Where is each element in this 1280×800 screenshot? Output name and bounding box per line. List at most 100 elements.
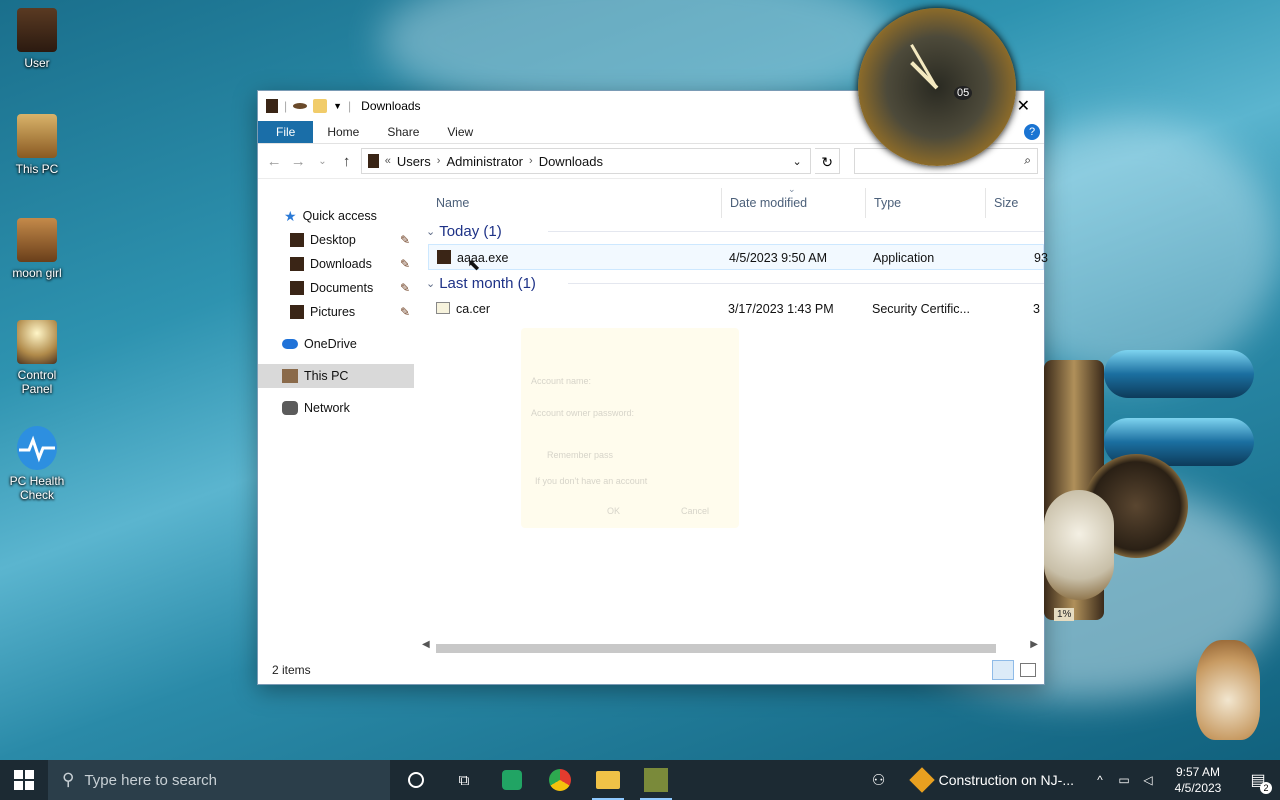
breadcrumb-separator-icon[interactable]: › bbox=[437, 155, 441, 167]
breadcrumb-overflow[interactable]: « bbox=[385, 155, 391, 167]
clock-date: 4/5/2023 bbox=[1174, 781, 1222, 795]
chrome-icon bbox=[549, 769, 571, 791]
people-icon[interactable]: ⚇ bbox=[859, 760, 899, 800]
sidebar-item-this-pc[interactable]: This PC bbox=[258, 364, 414, 388]
large-icons-view-icon[interactable] bbox=[1020, 663, 1036, 677]
toolbar-divider: | bbox=[348, 99, 352, 113]
desktop-icon-this-pc[interactable]: This PC bbox=[4, 114, 70, 176]
tab-home[interactable]: Home bbox=[313, 121, 373, 143]
clock-widget[interactable]: 05 bbox=[858, 8, 1016, 166]
hamster-widget[interactable] bbox=[1196, 640, 1260, 740]
application-file-icon bbox=[437, 250, 451, 264]
scroll-left-icon[interactable]: ◀ bbox=[422, 639, 430, 650]
breadcrumb-administrator[interactable]: Administrator bbox=[446, 154, 523, 169]
circle-icon bbox=[408, 772, 424, 788]
network-icon[interactable]: ▭ bbox=[1112, 773, 1136, 787]
clock[interactable]: 9:57 AM 4/5/2023 bbox=[1160, 764, 1236, 796]
tab-file[interactable]: File bbox=[258, 121, 314, 143]
file-type: Application bbox=[873, 251, 935, 265]
customize-toolbar-chevron-icon[interactable]: ▼ bbox=[333, 101, 342, 111]
desktop-icon-control-panel[interactable]: Control Panel bbox=[4, 320, 70, 396]
sidebar-item-quick-access[interactable]: ★ Quick access bbox=[258, 204, 418, 228]
start-button[interactable] bbox=[0, 760, 48, 800]
action-center-icon[interactable]: ▤ 2 bbox=[1236, 760, 1280, 800]
computer-icon bbox=[282, 369, 298, 383]
address-bar[interactable]: « Users › Administrator › Downloads ⌄ bbox=[360, 148, 811, 174]
file-date: 4/5/2023 9:50 AM bbox=[729, 251, 827, 265]
sidebar-item-network[interactable]: Network bbox=[258, 396, 418, 420]
file-row[interactable]: aaaa.exe 4/5/2023 9:50 AM Application 93… bbox=[428, 244, 1048, 274]
task-view-glyph-icon: ⧉ bbox=[458, 771, 470, 789]
collapse-chevron-icon[interactable]: ⌄ bbox=[426, 225, 435, 238]
close-icon[interactable]: ✕ bbox=[1017, 96, 1030, 116]
tab-share[interactable]: Share bbox=[373, 121, 433, 143]
file-row[interactable]: ca.cer 3/17/2023 1:43 PM Security Certif… bbox=[428, 296, 1044, 322]
back-arrow-icon[interactable]: ← bbox=[264, 153, 284, 170]
file-list: Name Date modified Type Size ⌄ ⌄ Today (… bbox=[426, 184, 1048, 656]
breadcrumb-separator-icon[interactable]: › bbox=[529, 155, 533, 167]
properties-icon[interactable] bbox=[293, 103, 308, 109]
sidebar-item-pictures[interactable]: Pictures ✎ bbox=[258, 300, 418, 324]
pipe-tube bbox=[1104, 350, 1254, 398]
ghost-remember-label: Remember pass bbox=[547, 450, 614, 460]
gauge-widget[interactable]: 1% bbox=[1044, 350, 1254, 650]
ghost-cancel-button: Cancel bbox=[681, 506, 710, 516]
file-date: 3/17/2023 1:43 PM bbox=[728, 302, 834, 316]
news-widget[interactable]: Construction on NJ-... bbox=[899, 760, 1088, 800]
volume-muted-icon[interactable]: ◁ bbox=[1136, 773, 1160, 787]
location-icon bbox=[367, 154, 379, 168]
pictures-folder-icon bbox=[290, 305, 304, 319]
window-title: Downloads bbox=[361, 99, 421, 113]
cloud-icon bbox=[282, 339, 298, 349]
person-icon: ⚇ bbox=[871, 772, 886, 789]
column-header-type[interactable]: Type bbox=[866, 188, 986, 218]
help-icon[interactable]: ? bbox=[1024, 124, 1040, 140]
desktop-icon-moon-girl[interactable]: moon girl bbox=[4, 218, 70, 280]
sidebar-item-documents[interactable]: Documents ✎ bbox=[258, 276, 418, 300]
horizontal-scrollbar[interactable]: ◀ ▶ bbox=[422, 639, 1044, 654]
group-header-today[interactable]: ⌄ Today (1) bbox=[426, 218, 1044, 244]
column-header-name[interactable]: Name bbox=[428, 188, 722, 218]
status-bar: 2 items bbox=[258, 656, 1044, 684]
group-header-last-month[interactable]: ⌄ Last month (1) bbox=[426, 270, 1044, 296]
pin-icon: ✎ bbox=[399, 257, 410, 271]
scrollbar-thumb[interactable] bbox=[436, 644, 996, 653]
new-folder-icon[interactable] bbox=[313, 99, 328, 113]
sheets-app-icon[interactable] bbox=[488, 760, 536, 800]
game-app-icon[interactable] bbox=[632, 760, 680, 800]
folder-icon bbox=[596, 771, 620, 789]
tab-view[interactable]: View bbox=[433, 121, 487, 143]
sidebar-item-downloads[interactable]: Downloads ✎ bbox=[258, 252, 418, 276]
warning-sign-icon bbox=[908, 767, 935, 793]
file-explorer-window: | ▼ | Downloads ✕ File Home Share View ?… bbox=[257, 90, 1048, 685]
sidebar-item-onedrive[interactable]: OneDrive bbox=[258, 332, 418, 356]
address-dropdown-chevron-icon[interactable]: ⌄ bbox=[792, 155, 801, 168]
breadcrumb-users[interactable]: Users bbox=[397, 154, 431, 169]
documents-folder-icon bbox=[290, 281, 304, 295]
windows-logo-icon bbox=[14, 770, 34, 790]
ghost-account-name-label: Account name: bbox=[531, 376, 592, 386]
pin-icon: ✎ bbox=[399, 281, 410, 295]
up-arrow-icon[interactable]: ↑ bbox=[337, 153, 357, 170]
chrome-app-icon[interactable] bbox=[536, 760, 584, 800]
taskbar-search-box[interactable]: ⚲ Type here to search bbox=[48, 760, 390, 800]
collapse-chevron-icon[interactable]: ⌄ bbox=[426, 277, 435, 290]
forward-arrow-icon[interactable]: → bbox=[288, 153, 308, 170]
scroll-right-icon[interactable]: ▶ bbox=[1030, 639, 1038, 650]
file-size: 93 bbox=[1034, 251, 1048, 265]
breadcrumb-downloads[interactable]: Downloads bbox=[539, 154, 603, 169]
sidebar-item-desktop[interactable]: Desktop ✎ bbox=[258, 228, 418, 252]
desktop-icon-user[interactable]: User bbox=[4, 8, 70, 70]
details-view-icon[interactable] bbox=[992, 660, 1014, 680]
file-explorer-app-icon[interactable] bbox=[584, 760, 632, 800]
cortana-icon[interactable] bbox=[392, 760, 440, 800]
show-hidden-icons-chevron-icon[interactable]: ^ bbox=[1088, 773, 1112, 787]
refresh-icon[interactable]: ↻ bbox=[814, 148, 841, 174]
group-divider bbox=[548, 231, 1044, 232]
file-name: aaaa.exe bbox=[457, 251, 509, 265]
navigation-pane: ★ Quick access Desktop ✎ Downloads ✎ Doc… bbox=[258, 188, 418, 656]
desktop-icon-pc-health-check[interactable]: PC Health Check bbox=[4, 426, 70, 502]
recent-locations-chevron-icon[interactable]: ⌄ bbox=[312, 156, 332, 167]
task-view-icon[interactable]: ⧉ bbox=[440, 760, 488, 800]
column-header-size[interactable]: Size bbox=[986, 188, 1044, 218]
